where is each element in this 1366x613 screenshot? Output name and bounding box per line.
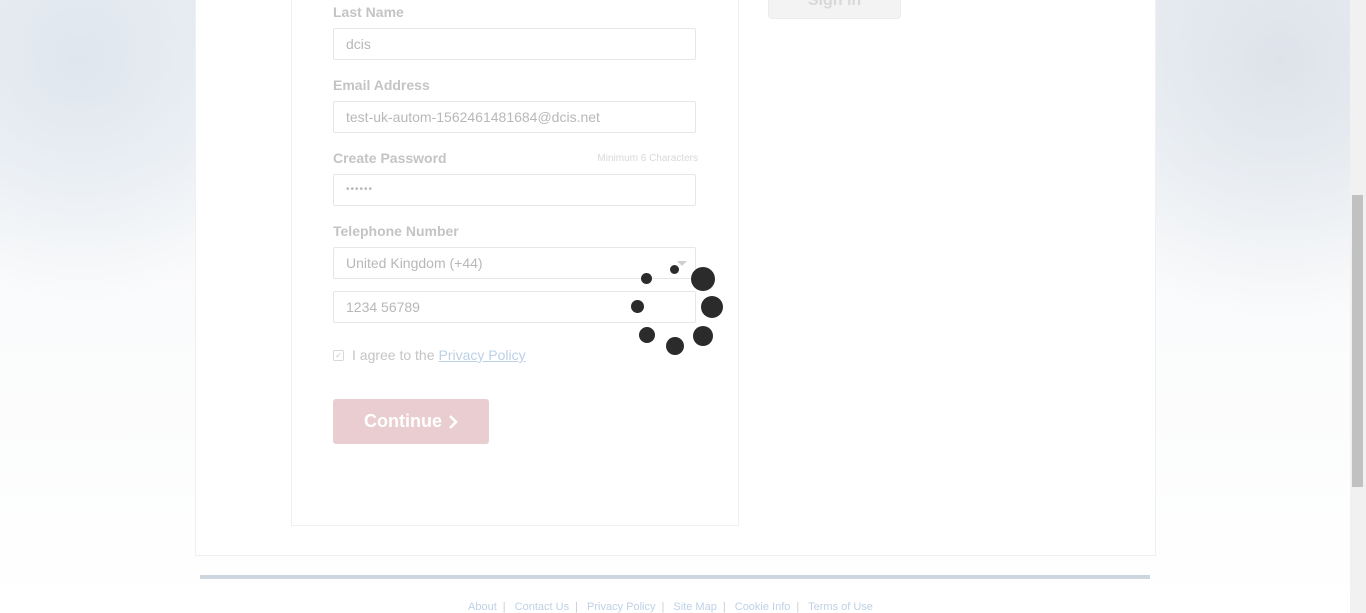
email-label: Email Address <box>333 77 430 93</box>
continue-button[interactable]: Continue <box>333 399 489 444</box>
password-field[interactable]: •••••• <box>333 174 696 206</box>
footer-divider <box>200 575 1150 579</box>
spinner-dot <box>641 273 652 284</box>
loading-spinner-icon <box>620 255 730 365</box>
footer-link-sitemap[interactable]: Site Map <box>673 601 716 613</box>
last-name-field[interactable]: dcis <box>333 28 696 60</box>
footer-link-privacy[interactable]: Privacy Policy <box>587 601 655 613</box>
last-name-label: Last Name <box>333 4 404 20</box>
spinner-dot <box>670 265 679 274</box>
chevron-right-icon <box>449 414 458 429</box>
spinner-dot <box>691 267 715 291</box>
vertical-scrollbar[interactable] <box>1350 0 1366 613</box>
privacy-agreement: ✓ I agree to the Privacy Policy <box>333 346 526 364</box>
continue-label: Continue <box>364 411 442 431</box>
spinner-dot <box>639 327 655 343</box>
telephone-label: Telephone Number <box>333 223 459 239</box>
footer-links: About | Contact Us | Privacy Policy | Site … <box>468 601 873 613</box>
spinner-dot <box>631 300 644 313</box>
scrollbar-thumb[interactable] <box>1352 195 1363 487</box>
spinner-dot <box>666 337 684 355</box>
agree-text: I agree to the <box>352 347 435 363</box>
footer-link-terms[interactable]: Terms of Use <box>808 601 873 613</box>
footer-link-cookie[interactable]: Cookie Info <box>735 601 791 613</box>
footer-link-contact[interactable]: Contact Us <box>515 601 569 613</box>
password-hint: Minimum 6 Characters <box>597 153 698 164</box>
spinner-dot <box>693 326 713 346</box>
country-code-value: United Kingdom (+44) <box>346 255 483 271</box>
footer-link-about[interactable]: About <box>468 601 497 613</box>
privacy-policy-link[interactable]: Privacy Policy <box>439 347 526 363</box>
password-label: Create Password <box>333 150 447 166</box>
privacy-checkbox[interactable]: ✓ <box>333 349 344 361</box>
email-field[interactable]: test-uk-autom-1562461481684@dcis.net <box>333 101 696 133</box>
spinner-dot <box>701 296 723 318</box>
sign-in-button[interactable]: Sign in <box>768 0 901 19</box>
